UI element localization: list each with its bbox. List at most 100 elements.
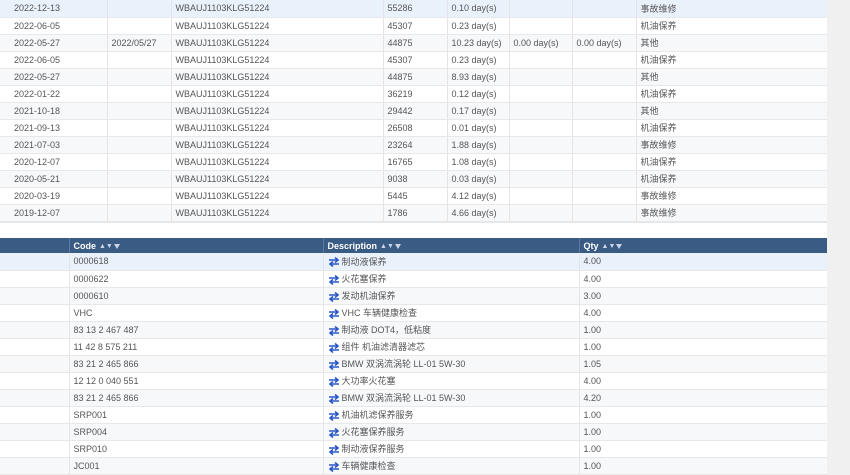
history-cell-date: 2022-06-05 [0, 17, 108, 35]
filter-icon[interactable] [113, 243, 120, 249]
parts-cell-select[interactable] [0, 270, 70, 288]
swap-arrows-icon[interactable] [328, 308, 340, 319]
parts-row[interactable]: 0000610 发动机油保养 3.00 [0, 287, 827, 305]
parts-cell-code: JC001 [69, 457, 324, 475]
history-cell-date: 2022-01-22 [0, 85, 108, 103]
history-cell-days1: 1.88 day(s) [447, 136, 510, 154]
parts-row[interactable]: JC001 车辆健康检查 1.00 [0, 457, 827, 475]
parts-row[interactable]: 11 42 8 575 211 组件 机油滤清器滤芯 1.00 [0, 338, 827, 356]
swap-arrows-icon[interactable] [328, 274, 340, 285]
qty-column-header[interactable]: Qty ▲▼ [579, 238, 827, 253]
history-row[interactable]: 2022-06-05 WBAUJ1103KLG51224 45307 0.23 day… [0, 51, 827, 69]
history-row[interactable]: 2020-03-19 WBAUJ1103KLG51224 5445 4.12 day(… [0, 187, 827, 205]
history-cell-date: 2022-12-13 [0, 0, 108, 18]
parts-row[interactable]: SRP001 机油机滤保养服务 1.00 [0, 406, 827, 424]
parts-cell-qty: 1.00 [579, 423, 827, 441]
sort-icon[interactable]: ▲▼ [99, 243, 113, 250]
history-cell-date2 [107, 119, 172, 137]
filter-icon[interactable] [394, 243, 401, 249]
swap-arrows-icon[interactable] [328, 427, 340, 438]
history-row[interactable]: 2019-12-07 WBAUJ1103KLG51224 1786 4.66 day(… [0, 204, 827, 222]
history-cell-type: 事故维修 [636, 0, 827, 18]
swap-arrows-icon[interactable] [328, 393, 340, 404]
parts-cell-code: 83 21 2 465 866 [69, 355, 324, 373]
history-row[interactable]: 2022-01-22 WBAUJ1103KLG51224 36219 0.12 day… [0, 85, 827, 103]
history-row[interactable]: 2021-10-18 WBAUJ1103KLG51224 29442 0.17 day… [0, 102, 827, 120]
history-cell-date: 2020-12-07 [0, 153, 108, 171]
history-cell-days2: 0.00 day(s) [509, 34, 573, 52]
history-cell-mileage: 36219 [383, 85, 448, 103]
parts-row[interactable]: 0000618 制动液保养 4.00 [0, 253, 827, 271]
parts-cell-select[interactable] [0, 423, 70, 441]
history-cell-days3 [572, 153, 637, 171]
code-column-header[interactable]: Code ▲▼ [69, 238, 324, 253]
description-text: BMW 双涡流涡轮 LL-01 5W-30 [341, 359, 466, 369]
history-cell-days1: 0.23 day(s) [447, 51, 510, 69]
history-cell-vin: WBAUJ1103KLG51224 [171, 85, 384, 103]
swap-arrows-icon[interactable] [328, 342, 340, 353]
swap-arrows-icon[interactable] [328, 291, 340, 302]
swap-arrows-icon[interactable] [328, 461, 340, 472]
parts-row[interactable]: SRP010 制动液保养服务 1.00 [0, 440, 827, 458]
parts-row[interactable]: 0000622 火花塞保养 4.00 [0, 270, 827, 288]
parts-cell-select[interactable] [0, 457, 70, 475]
history-cell-vin: WBAUJ1103KLG51224 [171, 153, 384, 171]
parts-cell-qty: 4.00 [579, 253, 827, 271]
history-cell-mileage: 9038 [383, 170, 448, 188]
history-cell-date2 [107, 51, 172, 69]
history-cell-date: 2020-05-21 [0, 170, 108, 188]
swap-arrows-icon[interactable] [328, 376, 340, 387]
history-row[interactable]: 2020-12-07 WBAUJ1103KLG51224 16765 1.08 day… [0, 153, 827, 171]
history-cell-mileage: 45307 [383, 17, 448, 35]
parts-cell-select[interactable] [0, 372, 70, 390]
sort-icon[interactable]: ▲▼ [602, 243, 616, 250]
description-header-label: Description [327, 240, 378, 251]
history-row[interactable]: 2021-09-13 WBAUJ1103KLG51224 26508 0.01 day… [0, 119, 827, 137]
history-cell-type: 事故维修 [636, 136, 827, 154]
swap-arrows-icon[interactable] [328, 410, 340, 421]
parts-cell-select[interactable] [0, 321, 70, 339]
history-cell-date2 [107, 17, 172, 35]
history-row[interactable]: 2022-06-05 WBAUJ1103KLG51224 45307 0.23 day… [0, 17, 827, 35]
history-cell-vin: WBAUJ1103KLG51224 [171, 51, 384, 69]
swap-arrows-icon[interactable] [328, 359, 340, 370]
history-row[interactable]: 2020-05-21 WBAUJ1103KLG51224 9038 0.03 day(… [0, 170, 827, 188]
history-cell-days2 [509, 68, 573, 86]
scrollbar-gutter[interactable] [827, 0, 850, 475]
history-cell-days1: 1.08 day(s) [447, 153, 510, 171]
parts-row[interactable]: 12 12 0 040 551 大功率火花塞 4.00 [0, 372, 827, 390]
history-cell-vin: WBAUJ1103KLG51224 [171, 204, 384, 222]
swap-arrows-icon[interactable] [328, 325, 340, 336]
parts-cell-select[interactable] [0, 406, 70, 424]
parts-row[interactable]: VHC VHC 车辆健康检查 4.00 [0, 304, 827, 322]
parts-row[interactable]: SRP004 火花塞保养服务 1.00 [0, 423, 827, 441]
parts-row[interactable]: 83 13 2 467 487 制动液 DOT4，低粘度 1.00 [0, 321, 827, 339]
history-row[interactable]: 2022-05-27 2022/05/27 WBAUJ1103KLG51224 448… [0, 34, 827, 52]
parts-cell-select[interactable] [0, 355, 70, 373]
parts-row[interactable]: 83 21 2 465 866 BMW 双涡流涡轮 LL-01 5W-30 1.05 [0, 355, 827, 373]
parts-row[interactable]: 83 21 2 465 866 BMW 双涡流涡轮 LL-01 5W-30 4.20 [0, 389, 827, 407]
parts-cell-select[interactable] [0, 389, 70, 407]
swap-arrows-icon[interactable] [328, 257, 340, 268]
description-column-header[interactable]: Description ▲▼ [323, 238, 580, 253]
history-cell-vin: WBAUJ1103KLG51224 [171, 187, 384, 205]
parts-cell-select[interactable] [0, 304, 70, 322]
history-cell-date: 2021-09-13 [0, 119, 108, 137]
history-cell-date2 [107, 85, 172, 103]
history-cell-mileage: 55286 [383, 0, 448, 18]
parts-cell-select[interactable] [0, 253, 70, 271]
history-cell-days3 [572, 51, 637, 69]
history-cell-mileage: 45307 [383, 51, 448, 69]
parts-cell-select[interactable] [0, 440, 70, 458]
filter-icon[interactable] [616, 243, 623, 249]
history-row[interactable]: 2022-05-27 WBAUJ1103KLG51224 44875 8.93 day… [0, 68, 827, 86]
history-row[interactable]: 2021-07-03 WBAUJ1103KLG51224 23264 1.88 day… [0, 136, 827, 154]
parts-cell-select[interactable] [0, 287, 70, 305]
parts-cell-select[interactable] [0, 338, 70, 356]
swap-arrows-icon[interactable] [328, 444, 340, 455]
sort-icon[interactable]: ▲▼ [380, 243, 394, 250]
history-row[interactable]: 2022-12-13 WBAUJ1103KLG51224 55286 0.10 day… [0, 0, 827, 18]
history-cell-days3 [572, 17, 637, 35]
parts-cell-description: 组件 机油滤清器滤芯 [323, 338, 580, 356]
description-text: 制动液保养 [341, 256, 387, 267]
